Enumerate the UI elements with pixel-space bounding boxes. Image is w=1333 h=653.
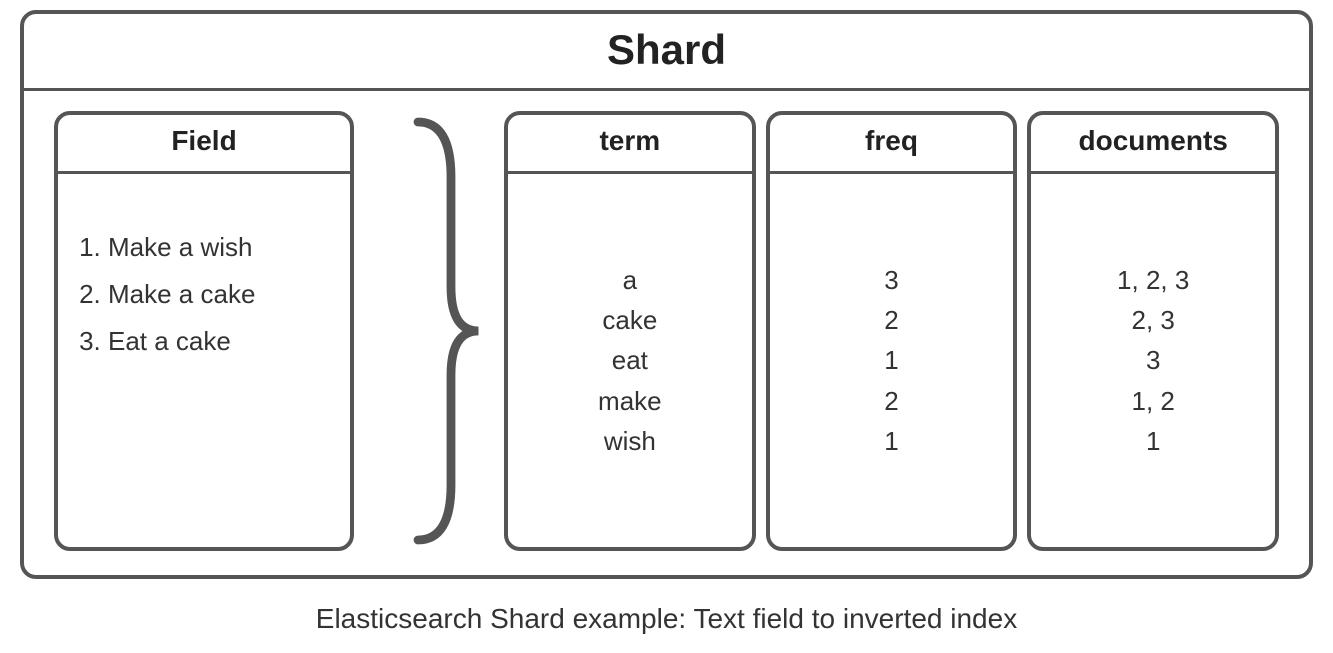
cell: 1, 2 xyxy=(1131,381,1174,421)
list-item: Eat a cake xyxy=(108,318,326,365)
cell: 2 xyxy=(884,381,898,421)
column-body: 1, 2, 3 2, 3 3 1, 2 1 xyxy=(1031,174,1275,547)
column-body: a cake eat make wish xyxy=(508,174,752,547)
list-item: Make a wish xyxy=(108,224,326,271)
cell: eat xyxy=(612,340,648,380)
column-term: term a cake eat make wish xyxy=(504,111,756,551)
cell: 2, 3 xyxy=(1131,300,1174,340)
cell: 1, 2, 3 xyxy=(1117,260,1189,300)
inverted-index-table: term a cake eat make wish freq 3 2 1 2 1 xyxy=(504,111,1279,551)
shard-title: Shard xyxy=(24,14,1309,91)
cell: cake xyxy=(602,300,657,340)
cell: make xyxy=(598,381,662,421)
list-item: Make a cake xyxy=(108,271,326,318)
column-header: term xyxy=(508,115,752,174)
cell: a xyxy=(623,260,637,300)
cell: 1 xyxy=(884,340,898,380)
documents-list: Make a wish Make a cake Eat a cake xyxy=(58,174,350,404)
caption: Elasticsearch Shard example: Text field … xyxy=(20,603,1313,635)
cell: 3 xyxy=(884,260,898,300)
column-documents: documents 1, 2, 3 2, 3 3 1, 2 1 xyxy=(1027,111,1279,551)
column-header: freq xyxy=(770,115,1014,174)
cell: 2 xyxy=(884,300,898,340)
curly-brace-icon xyxy=(354,111,504,551)
cell: 3 xyxy=(1146,340,1160,380)
field-box: Field Make a wish Make a cake Eat a cake xyxy=(54,111,354,551)
column-header: documents xyxy=(1031,115,1275,174)
cell: 1 xyxy=(1146,421,1160,461)
cell: 1 xyxy=(884,421,898,461)
shard-body: Field Make a wish Make a cake Eat a cake… xyxy=(24,91,1309,575)
shard-container: Shard Field Make a wish Make a cake Eat … xyxy=(20,10,1313,579)
column-body: 3 2 1 2 1 xyxy=(770,174,1014,547)
field-header: Field xyxy=(58,115,350,174)
cell: wish xyxy=(604,421,656,461)
column-freq: freq 3 2 1 2 1 xyxy=(766,111,1018,551)
